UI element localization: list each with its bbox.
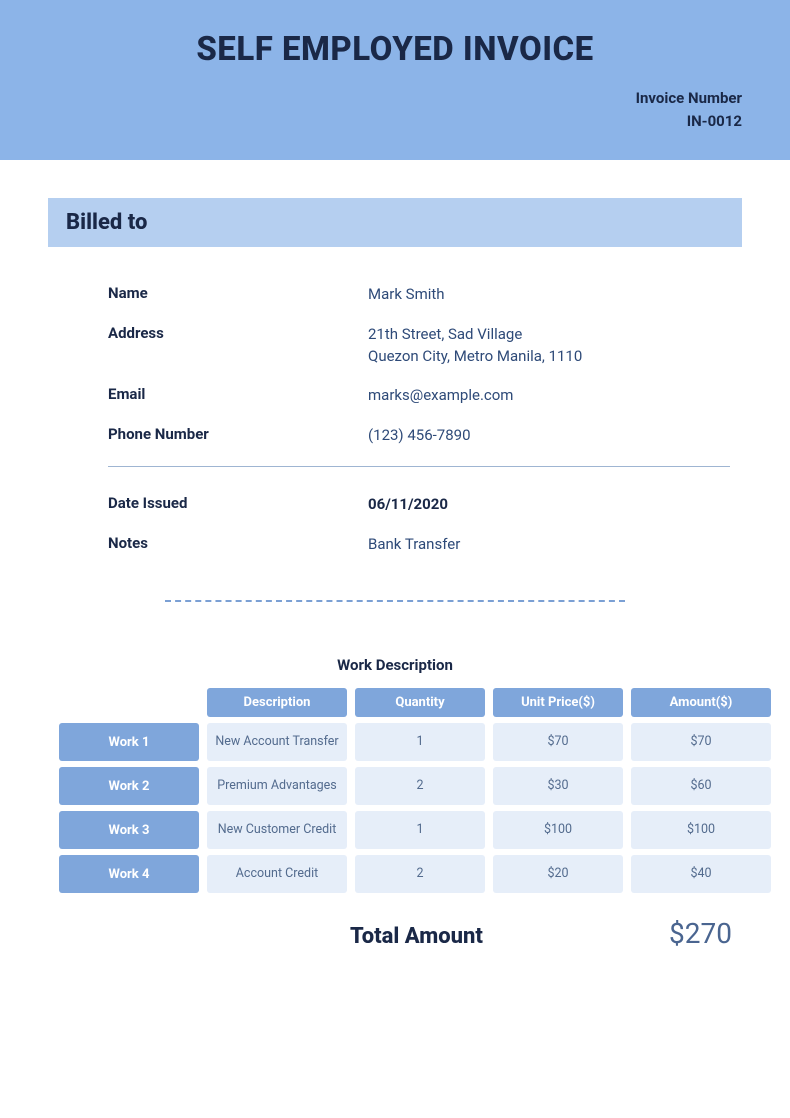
cell-unit-price: $30 <box>493 767 623 805</box>
row-label: Work 2 <box>59 767 199 805</box>
col-amount: Amount($) <box>631 688 771 717</box>
cell-quantity: 2 <box>355 767 485 805</box>
col-description: Description <box>207 688 347 717</box>
total-value: $270 <box>669 917 732 950</box>
name-value: Mark Smith <box>368 284 445 306</box>
email-row: Email marks@example.com <box>60 376 730 416</box>
phone-row: Phone Number (123) 456-7890 <box>60 416 730 456</box>
date-issued-row: Date Issued 06/11/2020 <box>60 485 730 525</box>
invoice-title: SELF EMPLOYED INVOICE <box>0 30 790 69</box>
address-line1: 21th Street, Sad Village <box>368 324 582 346</box>
row-label: Work 1 <box>59 723 199 761</box>
date-issued-value: 06/11/2020 <box>368 494 448 516</box>
cell-amount: $100 <box>631 811 771 849</box>
work-table-title: Work Description <box>0 656 790 674</box>
phone-label: Phone Number <box>108 425 368 447</box>
cell-description: New Account Transfer <box>207 723 347 761</box>
invoice-number-label: Invoice Number <box>0 87 742 110</box>
total-row: Total Amount $270 <box>0 917 732 950</box>
notes-row: Notes Bank Transfer <box>60 525 730 565</box>
billed-to-heading: Billed to <box>48 198 742 247</box>
name-row: Name Mark Smith <box>60 275 730 315</box>
row-label: Work 4 <box>59 855 199 893</box>
email-value: marks@example.com <box>368 385 513 407</box>
dashed-divider <box>165 600 625 602</box>
address-label: Address <box>108 324 368 368</box>
col-quantity: Quantity <box>355 688 485 717</box>
cell-unit-price: $70 <box>493 723 623 761</box>
cell-amount: $60 <box>631 767 771 805</box>
notes-label: Notes <box>108 534 368 556</box>
table-header-spacer <box>59 688 199 717</box>
invoice-number-block: Invoice Number IN-0012 <box>0 69 790 132</box>
cell-amount: $70 <box>631 723 771 761</box>
invoice-header: SELF EMPLOYED INVOICE Invoice Number IN-… <box>0 0 790 160</box>
name-label: Name <box>108 284 368 306</box>
cell-quantity: 1 <box>355 811 485 849</box>
work-table: Description Quantity Unit Price($) Amoun… <box>45 688 745 893</box>
row-label: Work 3 <box>59 811 199 849</box>
total-label: Total Amount <box>350 924 483 949</box>
col-unit-price: Unit Price($) <box>493 688 623 717</box>
address-line2: Quezon City, Metro Manila, 1110 <box>368 346 582 368</box>
divider-line <box>108 466 730 467</box>
cell-quantity: 1 <box>355 723 485 761</box>
date-issued-label: Date Issued <box>108 494 368 516</box>
email-label: Email <box>108 385 368 407</box>
notes-value: Bank Transfer <box>368 534 460 556</box>
address-row: Address 21th Street, Sad Village Quezon … <box>60 315 730 377</box>
address-value: 21th Street, Sad Village Quezon City, Me… <box>368 324 582 368</box>
cell-description: Premium Advantages <box>207 767 347 805</box>
billed-to-section: Name Mark Smith Address 21th Street, Sad… <box>60 275 730 602</box>
invoice-number-value: IN-0012 <box>0 110 742 133</box>
cell-unit-price: $100 <box>493 811 623 849</box>
cell-amount: $40 <box>631 855 771 893</box>
cell-description: Account Credit <box>207 855 347 893</box>
cell-unit-price: $20 <box>493 855 623 893</box>
cell-description: New Customer Credit <box>207 811 347 849</box>
phone-value: (123) 456-7890 <box>368 425 471 447</box>
cell-quantity: 2 <box>355 855 485 893</box>
